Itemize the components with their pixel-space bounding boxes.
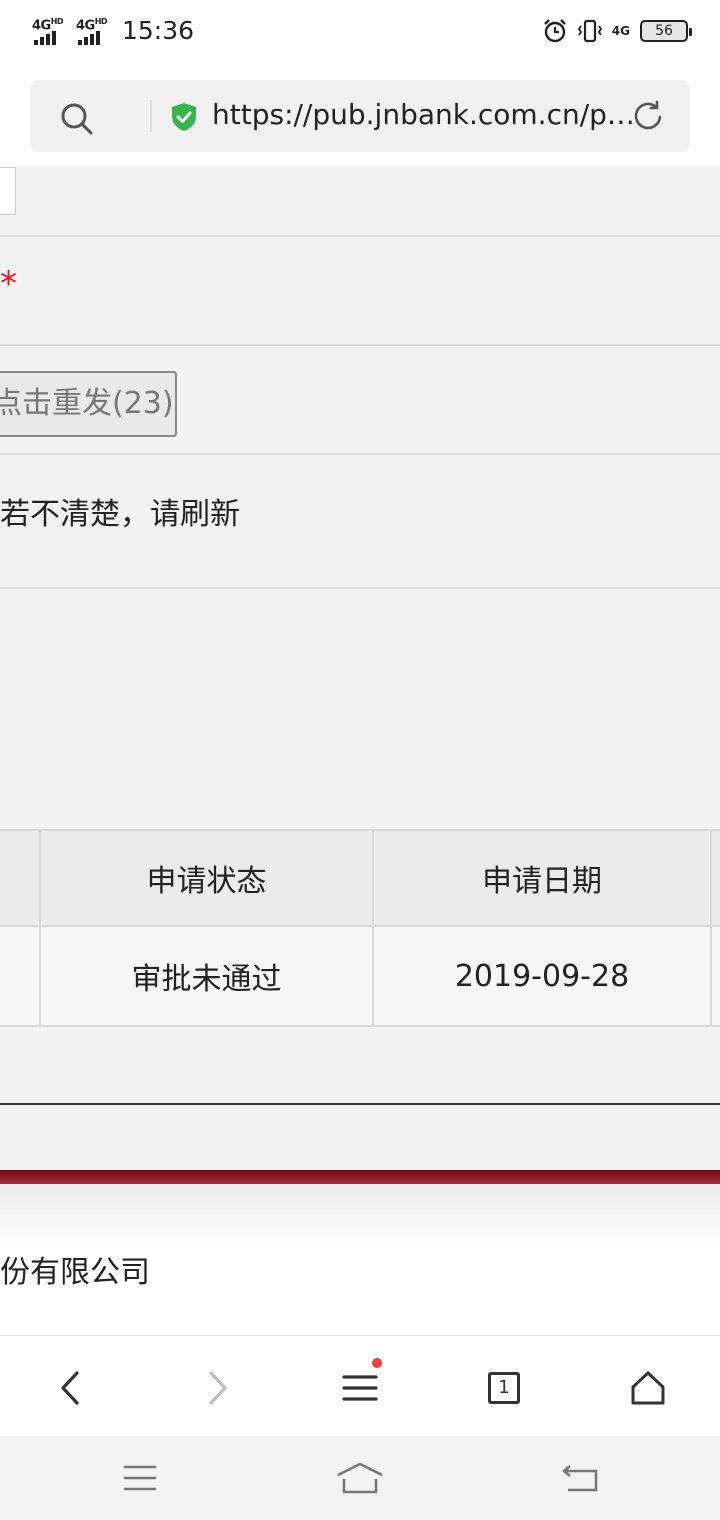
resend-code-button[interactable]: 点击重发(23) [0, 371, 177, 437]
back-button[interactable] [48, 1364, 96, 1412]
tabs-button[interactable]: 1 [480, 1364, 528, 1412]
battery-level: 56 [655, 23, 673, 39]
signal-bars-icon [78, 30, 100, 45]
divider [0, 587, 720, 589]
footer-accent-bar [0, 1170, 720, 1184]
signal-bars-icon [34, 30, 56, 45]
forward-button[interactable] [192, 1364, 240, 1412]
notification-dot [372, 1358, 382, 1368]
home-button[interactable] [624, 1364, 672, 1412]
table-row[interactable]: 审批未通过 2019-09-28 [0, 927, 720, 1027]
sim-2-network: 4G [611, 24, 630, 38]
divider-dark [0, 1103, 720, 1105]
application-table: 申请状态 申请日期 审批未通过 2019-09-28 [0, 829, 720, 1029]
tabs-icon: 1 [488, 1372, 520, 1404]
divider [0, 453, 720, 455]
network-2-hd: HD [94, 16, 108, 26]
shield-check-icon [172, 103, 196, 131]
page-content: * 点击重发(23) 若不清楚，请刷新 申请状态 申请日期 审批未通过 2019… [0, 167, 720, 1335]
alarm-icon [543, 19, 566, 43]
cell-date: 2019-09-28 [454, 958, 630, 994]
battery-icon: 56 [640, 20, 692, 42]
status-bar: 4GHD 4GHD 15:36 4G 56 [0, 0, 720, 68]
address-separator [150, 100, 152, 132]
vibrate-icon [577, 19, 602, 43]
divider [0, 235, 720, 237]
footer-company: 份有限公司 [0, 1255, 150, 1290]
header-status: 申请状态 [146, 864, 267, 899]
network-1-hd: HD [50, 16, 64, 26]
required-mark: * [0, 264, 17, 304]
back-icon [562, 1465, 598, 1492]
header-date: 申请日期 [482, 864, 602, 899]
column-divider [710, 829, 712, 1027]
table-header-row: 申请状态 申请日期 [0, 829, 720, 927]
menu-icon [342, 1375, 378, 1401]
status-left: 4GHD 4GHD 15:36 [32, 16, 194, 45]
forward-icon [209, 1371, 227, 1405]
system-nav-bar [0, 1436, 720, 1520]
browser-address-area: https://pub.jnbank.com.cn/p… [0, 68, 720, 167]
system-back-button[interactable] [556, 1458, 604, 1498]
home-icon [337, 1462, 383, 1494]
search-icon[interactable] [60, 102, 94, 136]
url-text[interactable]: https://pub.jnbank.com.cn/p… [212, 98, 642, 131]
tab-count: 1 [498, 1377, 510, 1398]
status-right: 4G 56 [542, 18, 692, 44]
system-home-button[interactable] [336, 1458, 384, 1498]
signal-2: 4GHD [76, 17, 116, 45]
address-bar[interactable]: https://pub.jnbank.com.cn/p… [30, 80, 690, 152]
column-divider [372, 829, 374, 1027]
menu-icon [124, 1465, 156, 1491]
column-divider [39, 829, 41, 1027]
browser-toolbar: 1 [0, 1335, 720, 1436]
captcha-tip: 若不清楚，请刷新 [0, 497, 240, 532]
home-icon [631, 1371, 665, 1405]
signal-1: 4GHD [32, 17, 72, 45]
cell-status: 审批未通过 [131, 962, 282, 997]
menu-button[interactable] [336, 1358, 384, 1412]
system-menu-button[interactable] [116, 1458, 164, 1498]
back-icon [61, 1371, 79, 1405]
status-time: 15:36 [122, 16, 195, 45]
input-field-edge[interactable] [0, 167, 16, 215]
reload-icon[interactable] [630, 98, 666, 134]
divider [0, 344, 720, 346]
